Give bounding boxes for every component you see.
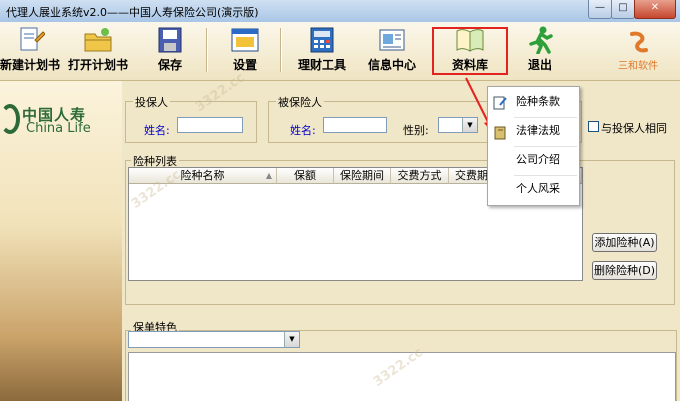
menu-item-label: 法律法规 — [516, 124, 560, 137]
menu-item-personal-profile[interactable]: 个人风采 — [488, 176, 579, 202]
open-plan-label: 打开计划书 — [67, 58, 128, 72]
exit-label: 退出 — [527, 58, 552, 72]
settings-button[interactable]: 设置 — [222, 24, 268, 76]
law-book-icon — [493, 124, 507, 140]
new-plan-button[interactable]: 新建计划书 — [0, 24, 64, 76]
exit-button[interactable]: 退出 — [518, 24, 562, 76]
title-bar: 代理人展业系统v2.0——中国人寿保险公司(演示版) — □ ✕ — [0, 0, 680, 23]
running-man-icon — [525, 26, 555, 55]
window-title: 代理人展业系统v2.0——中国人寿保险公司(演示版) — [6, 6, 259, 19]
menu-item-company-intro[interactable]: 公司介绍 — [488, 147, 579, 173]
library-highlight-box — [432, 27, 508, 75]
edit-document-icon — [493, 94, 507, 110]
menu-item-label: 个人风采 — [516, 182, 560, 195]
library-dropdown-menu: 险种条款 法律法规 公司介绍 个人风采 — [487, 86, 580, 206]
insured-name-input[interactable] — [323, 117, 387, 133]
toolbar-separator — [280, 28, 282, 72]
settings-label: 设置 — [232, 58, 257, 72]
save-label: 保存 — [157, 58, 182, 72]
remove-risk-button[interactable]: 删除险种(D) — [592, 261, 657, 280]
policy-features-select[interactable]: ▼ — [128, 331, 300, 348]
same-as-policyholder-label: 与投保人相同 — [601, 122, 667, 135]
col-header-payment-method[interactable]: 交费方式 — [391, 168, 449, 184]
info-center-label: 信息中心 — [367, 58, 416, 72]
open-plan-button[interactable]: 打开计划书 — [64, 24, 132, 76]
minimize-button[interactable]: — — [588, 0, 612, 19]
insured-name-label: 姓名: — [290, 124, 316, 137]
finance-tools-button[interactable]: 理财工具 — [292, 24, 352, 76]
menu-item-label: 公司介绍 — [516, 153, 560, 166]
info-document-icon — [377, 26, 407, 54]
calculator-icon — [307, 26, 337, 54]
new-plan-label: 新建计划书 — [0, 58, 60, 72]
open-folder-icon — [83, 26, 113, 54]
info-center-button[interactable]: 信息中心 — [362, 24, 422, 76]
insured-gender-label: 性别: — [403, 124, 429, 137]
insured-group-title: 被保险人 — [276, 94, 324, 110]
swirl-logo-icon — [626, 30, 650, 54]
china-life-logo-icon — [0, 104, 20, 134]
vendor-logo: 三和软件 — [618, 30, 658, 76]
menu-item-policy-terms[interactable]: 险种条款 — [488, 89, 579, 115]
toolbar: 新建计划书 打开计划书 保存 设置 理财工具 信息中心 资料库 退出 三和软件 — [0, 22, 680, 81]
brand-name-en: China Life — [26, 121, 91, 136]
new-document-icon — [15, 26, 46, 54]
maximize-button[interactable]: □ — [611, 0, 635, 19]
save-button[interactable]: 保存 — [146, 24, 194, 76]
menu-item-laws[interactable]: 法律法规 — [488, 118, 579, 144]
policyholder-name-label: 姓名: — [144, 124, 170, 137]
menu-item-label: 险种条款 — [516, 95, 560, 108]
save-icon — [155, 26, 185, 54]
settings-window-icon — [230, 26, 260, 54]
chevron-down-icon[interactable]: ▼ — [284, 332, 299, 347]
sort-arrow-icon: ▲ — [265, 171, 272, 180]
col-header-risk-name[interactable]: 险种名称 ▲ — [129, 168, 277, 184]
close-button[interactable]: ✕ — [634, 0, 676, 19]
same-as-policyholder-checkbox[interactable] — [588, 121, 599, 132]
add-risk-button[interactable]: 添加险种(A) — [592, 233, 657, 252]
policyholder-name-input[interactable] — [177, 117, 243, 133]
col-header-sum-insured[interactable]: 保额 — [277, 168, 334, 184]
vendor-name: 三和软件 — [618, 61, 658, 72]
finance-tools-label: 理财工具 — [297, 58, 346, 72]
col-header-insurance-period[interactable]: 保险期间 — [334, 168, 391, 184]
toolbar-separator — [206, 28, 208, 72]
policyholder-group-title: 投保人 — [133, 94, 170, 110]
